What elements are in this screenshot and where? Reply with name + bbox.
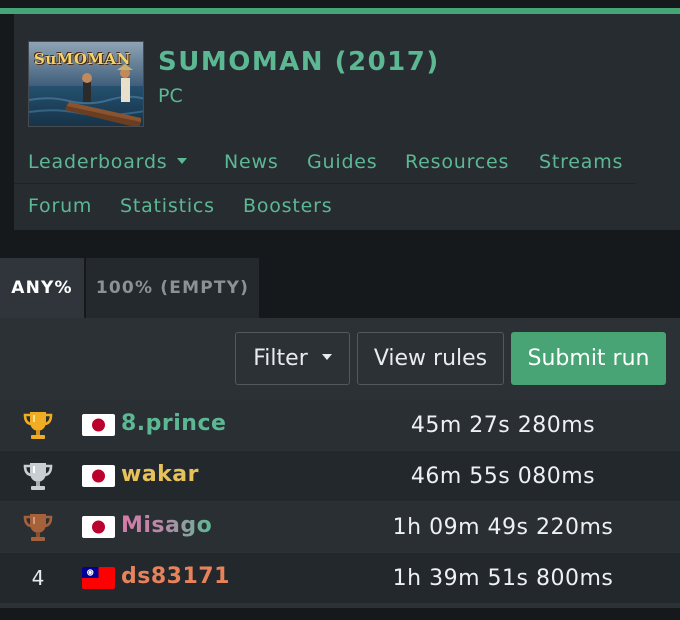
table-row[interactable]: Misago 1h 09m 49s 220ms	[0, 502, 680, 552]
nav-streams[interactable]: Streams	[539, 151, 623, 173]
run-time: 46m 55s 080ms	[410, 464, 596, 489]
nav-leaderboards[interactable]: Leaderboards	[28, 151, 187, 173]
nav-leaderboards-label: Leaderboards	[28, 151, 168, 173]
player-name-link[interactable]: wakar	[121, 462, 199, 487]
filter-button[interactable]: Filter	[235, 332, 350, 385]
tab-100-percent-empty[interactable]: 100% (EMPTY)	[86, 258, 259, 318]
rank-number: 4	[31, 566, 45, 590]
run-time: 45m 27s 280ms	[410, 413, 596, 438]
japan-flag-icon	[82, 465, 115, 487]
cover-logo-text: SuMOMAN	[34, 50, 131, 68]
run-time: 1h 09m 49s 220ms	[392, 515, 614, 540]
nav-forum[interactable]: Forum	[28, 195, 92, 217]
nav-guides[interactable]: Guides	[307, 151, 378, 173]
filter-label: Filter	[253, 346, 308, 371]
japan-flag-icon	[82, 414, 115, 436]
chevron-down-icon	[176, 158, 187, 164]
nav-row-secondary: Forum Statistics Boosters	[14, 186, 348, 228]
player-name-link[interactable]: Misago	[121, 513, 212, 538]
table-row[interactable]: 8.prince 45m 27s 280ms	[0, 400, 680, 450]
nav-boosters[interactable]: Boosters	[243, 195, 332, 217]
nav-statistics[interactable]: Statistics	[120, 195, 215, 217]
table-row[interactable]: wakar 46m 55s 080ms	[0, 451, 680, 501]
nav-resources[interactable]: Resources	[405, 151, 509, 173]
view-rules-button[interactable]: View rules	[357, 332, 504, 385]
chevron-down-icon	[321, 354, 332, 360]
game-cover-image[interactable]: SuMOMAN	[28, 41, 144, 127]
nav-row-primary: Leaderboards News Guides Resources Strea…	[14, 142, 636, 184]
silver-trophy-icon	[18, 459, 58, 493]
table-row[interactable]: 4 ds83171 1h 39m 51s 800ms	[0, 553, 680, 603]
nav-news[interactable]: News	[224, 151, 279, 173]
gold-trophy-icon	[18, 408, 58, 442]
japan-flag-icon	[82, 516, 115, 538]
game-header: SuMOMAN SUMOMAN (2017) PC Leaderboards N…	[14, 14, 680, 230]
submit-run-button[interactable]: Submit run	[511, 332, 666, 385]
taiwan-flag-icon	[82, 567, 115, 589]
player-name-link[interactable]: ds83171	[121, 564, 230, 589]
player-name-link[interactable]: 8.prince	[121, 411, 226, 436]
tab-any-percent[interactable]: ANY%	[0, 258, 84, 318]
game-platform[interactable]: PC	[158, 85, 183, 107]
bronze-trophy-icon	[18, 510, 58, 544]
game-title: SUMOMAN (2017)	[158, 47, 440, 77]
run-time: 1h 39m 51s 800ms	[392, 566, 614, 591]
